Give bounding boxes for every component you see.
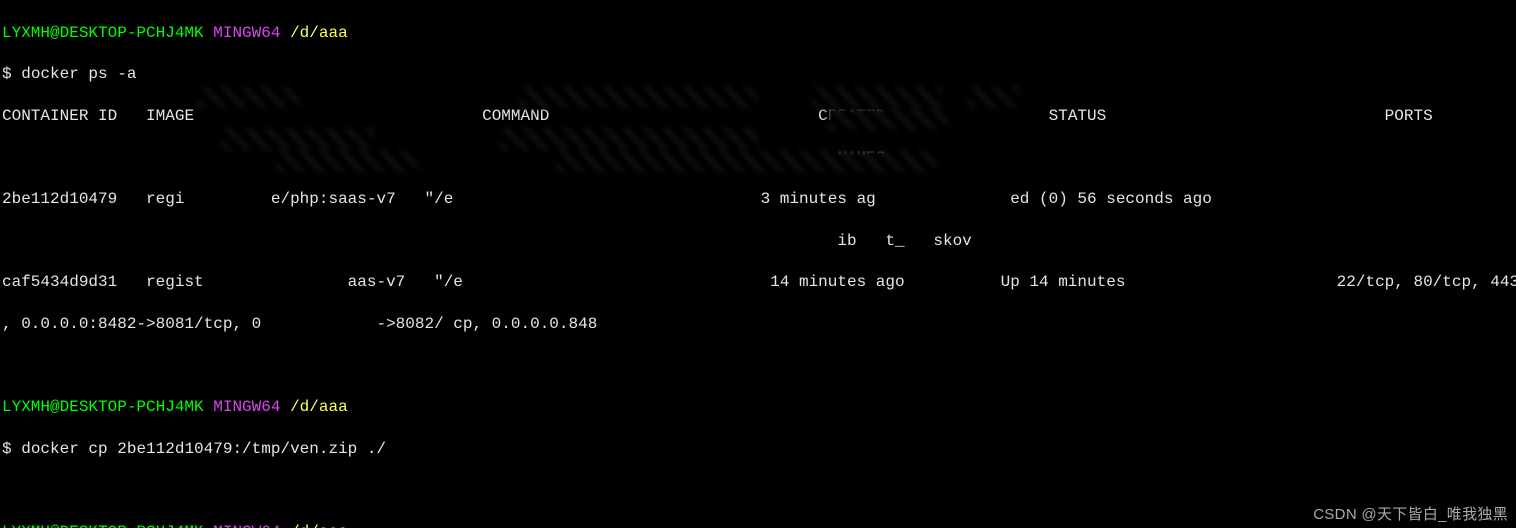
command-text: docker cp 2be112d10479:/tmp/ven.zip ./ <box>21 440 386 458</box>
blank-line <box>2 480 1514 501</box>
ps2-ports: 22/tcp, 80/tcp, 443/tc <box>1337 273 1516 291</box>
ps1-image-l: regi <box>146 190 184 208</box>
command-text: docker ps -a <box>21 65 136 83</box>
redaction-block <box>520 86 758 108</box>
ps1-cmd: "/e <box>425 190 454 208</box>
command-line: $ docker cp 2be112d10479:/tmp/ven.zip ./ <box>2 439 1514 460</box>
ps2-cmd: "/e <box>434 273 463 291</box>
ps-row-2-wrap: , 0.0.0.0:8482->8081/tcp, 0 ->8082/ cp, … <box>2 314 1514 335</box>
ps2-created: 14 minutes ago <box>770 273 904 291</box>
h-ports: PORTS <box>1385 107 1433 125</box>
ps2-image-r: aas-v7 <box>348 273 406 291</box>
shell-env: MINGW64 <box>213 24 280 42</box>
h-command: COMMAND <box>482 107 549 125</box>
ps2-id: caf5434d9d31 <box>2 273 117 291</box>
shell-env: MINGW64 <box>213 523 280 528</box>
ps1-status: ed (0) 56 seconds ago <box>1010 190 1212 208</box>
user-host: LYXMH@DESKTOP-PCHJ4MK <box>2 523 204 528</box>
h-container: CONTAINER ID <box>2 107 117 125</box>
terminal[interactable]: LYXMH@DESKTOP-PCHJ4MK MINGW64 /d/aaa $ d… <box>0 0 1516 528</box>
ps1-created: 3 minutes ag <box>761 190 876 208</box>
redaction-block <box>812 86 942 108</box>
prompt-line: LYXMH@DESKTOP-PCHJ4MK MINGW64 /d/aaa <box>2 23 1514 44</box>
user-host: LYXMH@DESKTOP-PCHJ4MK <box>2 24 204 42</box>
h-status: STATUS <box>1049 107 1107 125</box>
ps1-id: 2be112d10479 <box>2 190 117 208</box>
ps1-image-r: e/php:saas-v7 <box>271 190 396 208</box>
redaction-block <box>222 128 374 150</box>
ps-row-2: caf5434d9d31 regist aas-v7 "/e 14 minute… <box>2 272 1514 293</box>
command-line: $ docker ps -a <box>2 64 1514 85</box>
blank-line <box>2 356 1514 377</box>
redaction-block <box>198 86 300 108</box>
prompt-line: LYXMH@DESKTOP-PCHJ4MK MINGW64 /d/aaa <box>2 397 1514 418</box>
ps-row-1-names: ib t_ skov <box>2 231 1514 252</box>
h-image: IMAGE <box>146 107 194 125</box>
redaction-block <box>556 150 936 172</box>
watermark: CSDN @天下皆白_唯我独黑 <box>1313 505 1508 525</box>
cwd: /d/aaa <box>290 398 348 416</box>
ps2-status: Up 14 minutes <box>1001 273 1126 291</box>
user-host: LYXMH@DESKTOP-PCHJ4MK <box>2 398 204 416</box>
prompt-symbol: $ <box>2 65 12 83</box>
cwd: /d/aaa <box>290 24 348 42</box>
ps1-names: ib t_ skov <box>837 232 971 250</box>
redaction-block <box>968 86 1020 108</box>
ps-row-1: 2be112d10479 regi e/php:saas-v7 "/e 3 mi… <box>2 189 1514 210</box>
prompt-symbol: $ <box>2 440 12 458</box>
ps-header: CONTAINER ID IMAGE COMMAND CREATED STATU… <box>2 106 1514 127</box>
cwd: /d/aaa <box>290 523 348 528</box>
ps2-image-l: regist <box>146 273 204 291</box>
redaction-block <box>276 150 418 172</box>
redaction-block <box>828 108 948 130</box>
shell-env: MINGW64 <box>213 398 280 416</box>
prompt-line: LYXMH@DESKTOP-PCHJ4MK MINGW64 /d/aaa <box>2 522 1514 528</box>
redaction-block <box>500 128 758 150</box>
